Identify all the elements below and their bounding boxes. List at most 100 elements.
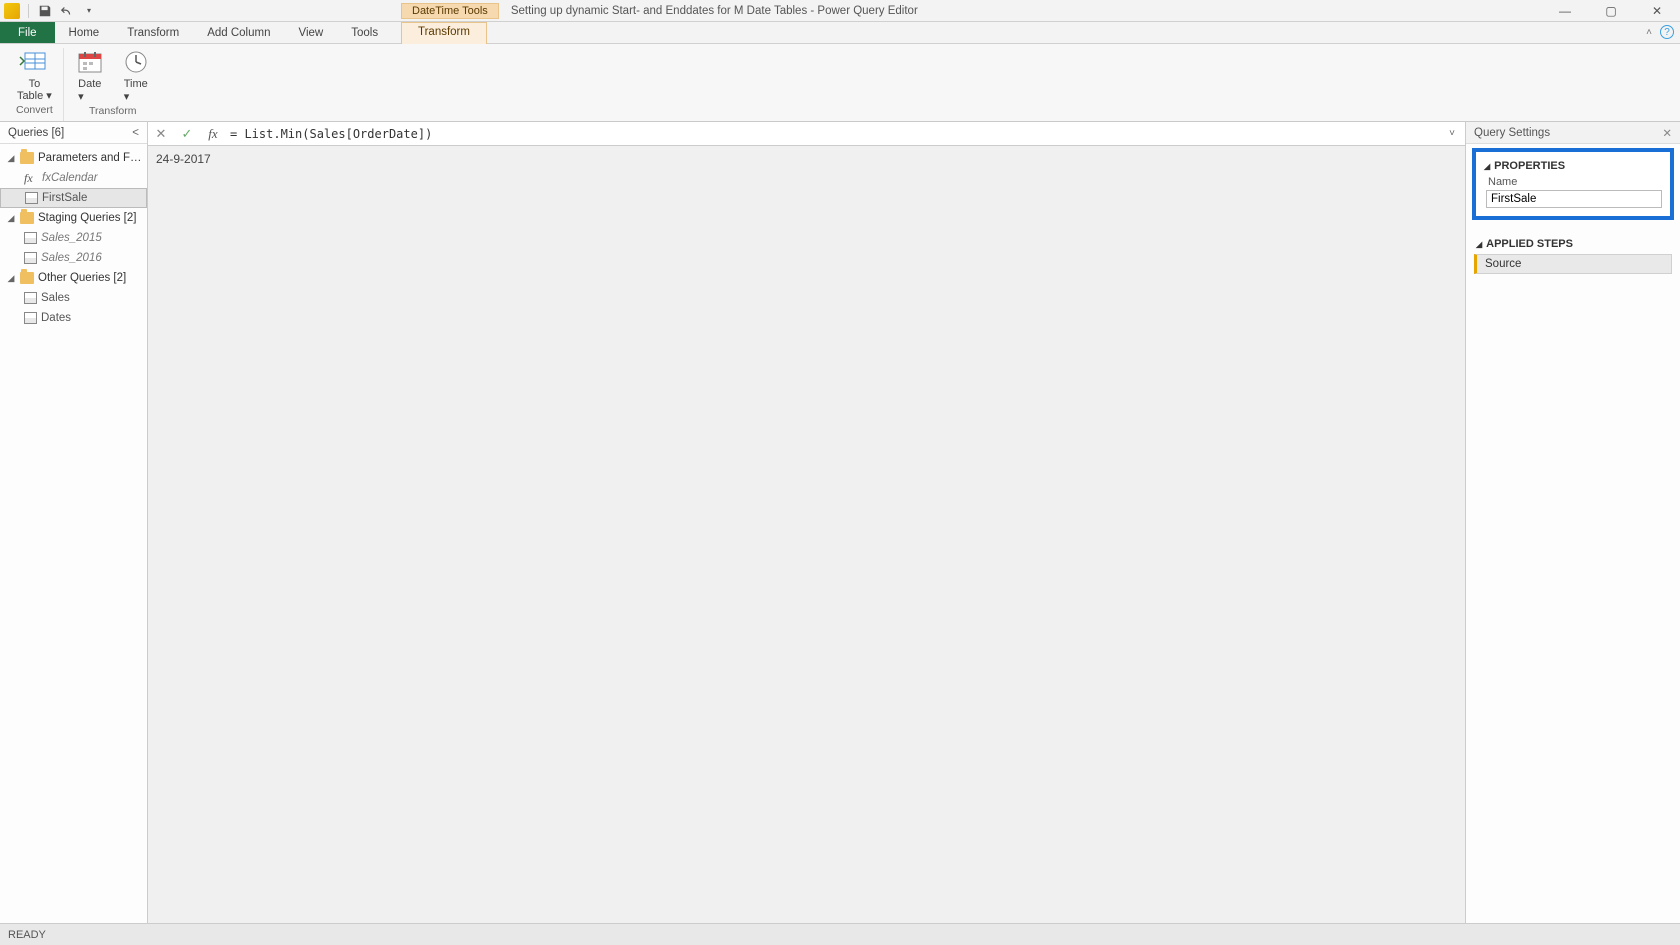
query-label: Sales_2016 (41, 252, 147, 264)
table-icon (24, 232, 37, 244)
date-label: Date▾ (78, 78, 101, 103)
ribbon-help-area: ˄ ? (1646, 25, 1674, 39)
date-button[interactable]: Date▾ (74, 48, 106, 103)
document-title: Setting up dynamic Start- and Enddates f… (511, 5, 918, 17)
time-icon (120, 48, 152, 76)
window-controls: — ▢ ✕ (1542, 0, 1680, 22)
queries-title: Queries [6] (8, 127, 64, 139)
fx-icon[interactable]: fx (204, 125, 222, 143)
to-table-button[interactable]: ToTable ▾ (17, 48, 52, 102)
query-settings-title: Query Settings (1474, 127, 1550, 139)
settings-close-icon[interactable]: ✕ (1662, 126, 1672, 140)
query-label: Sales (41, 292, 147, 304)
to-table-icon (18, 48, 50, 76)
tab-view[interactable]: View (285, 22, 338, 43)
ribbon-body: ToTable ▾ Convert Date▾ Time▾ Transform (0, 44, 1680, 122)
queries-tree: ◢ Parameters and Fu… fx fxCalendar First… (0, 144, 147, 332)
folder-icon (20, 272, 34, 284)
time-label: Time▾ (124, 78, 148, 103)
title-bar: ▾ DateTime Tools Setting up dynamic Star… (0, 0, 1680, 22)
quick-access-toolbar: ▾ (33, 3, 101, 19)
help-icon[interactable]: ? (1660, 25, 1674, 39)
ribbon-group-convert: ToTable ▾ Convert (6, 48, 64, 121)
tab-transform-context[interactable]: Transform (401, 22, 487, 44)
expand-icon[interactable]: ◢ (6, 213, 16, 224)
table-icon (24, 292, 37, 304)
tab-transform[interactable]: Transform (113, 22, 193, 43)
query-label: Sales_2015 (41, 232, 147, 244)
ribbon-tabs: File Home Transform Add Column View Tool… (0, 22, 1680, 44)
applied-steps-label: APPLIED STEPS (1486, 238, 1573, 250)
query-group-staging[interactable]: ◢ Staging Queries [2] (0, 208, 147, 228)
status-ready: READY (8, 929, 46, 941)
context-tool-label: DateTime Tools (401, 3, 499, 19)
folder-icon (20, 152, 34, 164)
expand-icon[interactable]: ◢ (6, 153, 16, 164)
time-button[interactable]: Time▾ (120, 48, 152, 103)
properties-section-header[interactable]: ◢ PROPERTIES (1482, 156, 1664, 174)
applied-steps-header[interactable]: ◢ APPLIED STEPS (1474, 234, 1672, 252)
query-group-parameters[interactable]: ◢ Parameters and Fu… (0, 148, 147, 168)
tab-add-column[interactable]: Add Column (193, 22, 284, 43)
formula-expand-icon[interactable]: ˅ (1449, 128, 1461, 139)
name-label: Name (1482, 174, 1664, 190)
group-label-transform: Transform (89, 103, 136, 118)
queries-header: Queries [6] < (0, 122, 147, 144)
query-settings-header: Query Settings ✕ (1466, 122, 1680, 144)
collapse-icon: ◢ (1476, 240, 1482, 249)
query-item-sales2015[interactable]: Sales_2015 (0, 228, 147, 248)
folder-icon (20, 212, 34, 224)
table-icon (25, 192, 38, 204)
close-button[interactable]: ✕ (1634, 0, 1680, 22)
query-group-other[interactable]: ◢ Other Queries [2] (0, 268, 147, 288)
query-settings-pane: Query Settings ✕ ◢ PROPERTIES Name ◢ APP… (1465, 122, 1680, 923)
query-item-fxcalendar[interactable]: fx fxCalendar (0, 168, 147, 188)
properties-highlight: ◢ PROPERTIES Name (1472, 148, 1674, 220)
formula-commit-button[interactable]: ✓ (178, 125, 196, 143)
query-label: Dates (41, 312, 147, 324)
tab-tools[interactable]: Tools (337, 22, 392, 43)
ribbon-collapse-icon[interactable]: ˄ (1646, 27, 1652, 38)
undo-icon[interactable] (59, 3, 75, 19)
expand-icon[interactable]: ◢ (6, 273, 16, 284)
table-icon (24, 312, 37, 324)
query-label: fxCalendar (42, 172, 147, 184)
query-settings-body: ◢ PROPERTIES Name ◢ APPLIED STEPS Source (1466, 144, 1680, 923)
query-name-input[interactable] (1486, 190, 1662, 208)
to-table-label: ToTable ▾ (17, 78, 52, 102)
collapse-icon: ◢ (1484, 162, 1490, 171)
minimize-button[interactable]: — (1542, 0, 1588, 22)
tab-file[interactable]: File (0, 22, 55, 43)
ribbon-group-transform: Date▾ Time▾ Transform (64, 48, 162, 121)
tab-home[interactable]: Home (55, 22, 114, 43)
result-value: 24-9-2017 (156, 152, 211, 166)
applied-steps-list: Source (1474, 254, 1672, 274)
queries-pane: Queries [6] < ◢ Parameters and Fu… fx fx… (0, 122, 148, 923)
query-item-sales2016[interactable]: Sales_2016 (0, 248, 147, 268)
query-label: FirstSale (42, 192, 146, 204)
properties-label: PROPERTIES (1494, 160, 1565, 172)
formula-bar: ✕ ✓ fx ˅ (148, 122, 1465, 146)
main-area: Queries [6] < ◢ Parameters and Fu… fx fx… (0, 122, 1680, 923)
query-item-firstsale[interactable]: FirstSale (0, 188, 147, 208)
formula-input[interactable] (230, 127, 1441, 141)
step-source[interactable]: Source (1474, 254, 1672, 274)
query-item-sales[interactable]: Sales (0, 288, 147, 308)
fx-icon: fx (24, 171, 38, 186)
app-icon (4, 3, 20, 19)
maximize-button[interactable]: ▢ (1588, 0, 1634, 22)
save-icon[interactable] (37, 3, 53, 19)
group-label: Parameters and Fu… (38, 152, 147, 164)
group-label: Other Queries [2] (38, 272, 147, 284)
center-area: ✕ ✓ fx ˅ 24-9-2017 (148, 122, 1465, 923)
query-item-dates[interactable]: Dates (0, 308, 147, 328)
date-icon (74, 48, 106, 76)
result-area: 24-9-2017 (148, 146, 1465, 923)
queries-collapse-icon[interactable]: < (132, 127, 139, 139)
status-bar: READY (0, 923, 1680, 945)
group-label-convert: Convert (16, 102, 53, 117)
table-icon (24, 252, 37, 264)
formula-cancel-button[interactable]: ✕ (152, 125, 170, 143)
qat-dropdown-icon[interactable]: ▾ (81, 3, 97, 19)
group-label: Staging Queries [2] (38, 212, 147, 224)
